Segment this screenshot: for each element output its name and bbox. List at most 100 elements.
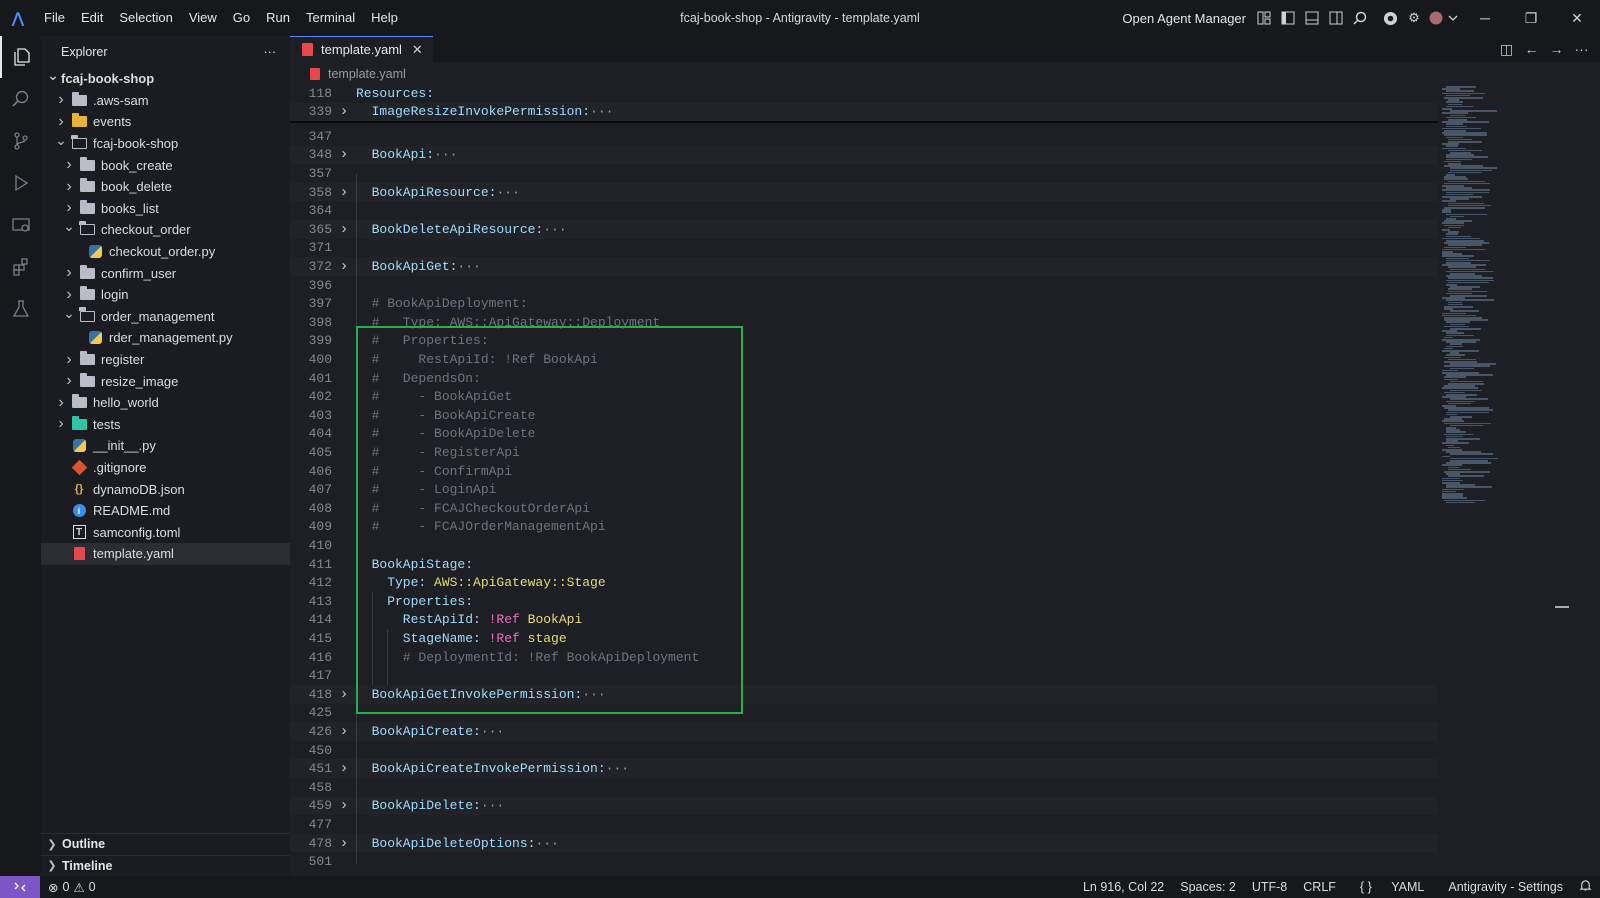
tree-item[interactable]: › .aws-sam [41, 90, 290, 112]
tree-item[interactable]: ⌄ fcaj-book-shop [41, 67, 290, 90]
tree-item[interactable]: ⌄ fcaj-book-shop [41, 132, 290, 155]
menu-go[interactable]: Go [225, 0, 258, 36]
fold-chevron-icon[interactable]: › [332, 797, 356, 814]
folded-region-ellipsis[interactable]: ··· [590, 104, 613, 119]
explorer-more-actions-button[interactable]: ··· [264, 45, 277, 59]
more-actions-icon[interactable]: ··· [1569, 41, 1594, 57]
toggle-secondary-sidebar-icon[interactable] [1324, 6, 1348, 30]
go-back-icon[interactable]: ← [1519, 41, 1544, 57]
folded-region-ellipsis[interactable]: ··· [496, 185, 519, 200]
code-text: BookApiDeleteOptions: [356, 835, 536, 851]
account-avatar-icon[interactable] [1426, 6, 1462, 30]
tab-template-yaml[interactable]: template.yaml ✕ [290, 36, 433, 62]
tree-item[interactable]: › books_list [41, 198, 290, 220]
cursor-position[interactable]: Ln 916, Col 22 [1075, 880, 1172, 894]
tree-item[interactable]: rder_management.py [41, 327, 290, 349]
tree-item[interactable]: {} dynamoDB.json [41, 478, 290, 500]
fold-chevron-icon[interactable]: › [332, 835, 356, 852]
end-of-line[interactable]: CRLF [1295, 880, 1344, 894]
split-editor-icon[interactable]: ◫ [1494, 41, 1519, 58]
activity-bar [0, 36, 41, 876]
editor-tabs: template.yaml ✕ ◫ ← → ··· [290, 36, 1600, 62]
tree-item-label: register [101, 352, 145, 368]
tree-item[interactable]: checkout_order.py [41, 241, 290, 263]
tree-item[interactable]: ⌄ order_management [41, 305, 290, 328]
source-control-icon[interactable] [0, 120, 41, 162]
timeline-panel-header[interactable]: ❯ Timeline [41, 854, 290, 877]
folded-region-ellipsis[interactable]: ··· [606, 761, 629, 776]
run-and-debug-icon[interactable] [0, 162, 41, 204]
toggle-primary-sidebar-icon[interactable] [1276, 6, 1300, 30]
tree-item[interactable]: › book_delete [41, 176, 290, 198]
tree-item[interactable]: i README.md [41, 500, 290, 522]
extensions-icon[interactable] [0, 246, 41, 288]
tree-item[interactable]: › resize_image [41, 370, 290, 392]
settings-status[interactable]: Antigravity - Settings [1440, 880, 1571, 894]
toggle-panel-icon[interactable] [1300, 6, 1324, 30]
folded-region-ellipsis[interactable]: ··· [535, 836, 558, 851]
fold-chevron-icon[interactable]: › [332, 146, 356, 163]
tree-item[interactable]: __init__.py [41, 435, 290, 457]
notifications-bell-icon[interactable] [1571, 879, 1600, 895]
fold-chevron-icon[interactable]: › [332, 723, 356, 740]
chevron-right-icon: › [58, 393, 64, 411]
testing-flask-icon[interactable] [0, 288, 41, 330]
menu-edit[interactable]: Edit [73, 0, 111, 36]
explorer-icon[interactable] [0, 36, 41, 78]
tree-item[interactable]: › hello_world [41, 392, 290, 414]
events-folder-icon [69, 113, 89, 128]
menu-selection[interactable]: Selection [111, 0, 180, 36]
tree-item[interactable]: › login [41, 284, 290, 306]
code-view[interactable]: 347 348 › BookApi: ··· 357 358 › BookApiResou… [290, 84, 1438, 869]
indentation[interactable]: Spaces: 2 [1172, 880, 1244, 894]
close-tab-icon[interactable]: ✕ [412, 42, 423, 58]
minimap[interactable] [1440, 84, 1560, 864]
fold-chevron-icon[interactable]: › [332, 258, 356, 275]
outline-panel-header[interactable]: ❯ Outline [41, 833, 290, 855]
tree-item[interactable]: .gitignore [41, 457, 290, 479]
tree-item[interactable]: ⌄ checkout_order [41, 218, 290, 241]
folded-region-ellipsis[interactable]: ··· [457, 259, 480, 274]
tree-item[interactable]: › events [41, 111, 290, 133]
folded-region-ellipsis[interactable]: ··· [543, 222, 566, 237]
fold-chevron-icon[interactable]: › [332, 184, 356, 201]
menu-help[interactable]: Help [363, 0, 406, 36]
folded-region-ellipsis[interactable]: ··· [481, 724, 504, 739]
remote-explorer-icon[interactable] [0, 204, 41, 246]
problems-indicator[interactable]: ⊗ 0 ⚠ 0 [48, 880, 96, 895]
minimap-line [1450, 453, 1493, 455]
menu-run[interactable]: Run [258, 0, 298, 36]
fold-chevron-icon[interactable]: › [332, 221, 356, 238]
code-text: BookApiCreate: [356, 723, 481, 739]
menu-file[interactable]: File [36, 0, 73, 36]
close-window-icon[interactable]: ✕ [1554, 0, 1600, 36]
settings-gear-icon[interactable]: ⚙ [1402, 6, 1426, 30]
open-agent-manager-button[interactable]: Open Agent Manager [1122, 11, 1246, 26]
search-icon[interactable] [1348, 6, 1372, 30]
tree-item[interactable]: › confirm_user [41, 262, 290, 284]
tree-item[interactable]: › tests [41, 414, 290, 436]
fold-chevron-icon[interactable]: › [332, 686, 356, 703]
tree-item[interactable]: › register [41, 349, 290, 371]
go-forward-icon[interactable]: → [1544, 41, 1569, 57]
menu-view[interactable]: View [181, 0, 225, 36]
code-text: Resources: [356, 85, 435, 101]
remote-indicator-icon[interactable] [0, 876, 40, 898]
search-view-icon[interactable] [0, 78, 41, 120]
layout-customize-icon[interactable] [1252, 6, 1276, 30]
line-number: 426 [308, 723, 332, 739]
language-mode[interactable]: { } YAML [1344, 880, 1440, 894]
fold-chevron-icon[interactable]: › [332, 760, 356, 777]
fold-chevron-icon[interactable]: › [332, 103, 356, 120]
tree-item[interactable]: template.yaml [41, 543, 290, 565]
folded-region-ellipsis[interactable]: ··· [434, 147, 457, 162]
encoding[interactable]: UTF-8 [1244, 880, 1295, 894]
folded-region-ellipsis[interactable]: ··· [481, 798, 504, 813]
tree-item[interactable]: Tsamconfig.toml [41, 521, 290, 543]
restore-icon[interactable]: ❐ [1508, 0, 1554, 36]
minimize-icon[interactable]: ─ [1462, 0, 1508, 36]
tree-item[interactable]: › book_create [41, 154, 290, 176]
breadcrumb-file[interactable]: template.yaml [328, 67, 406, 81]
chrome-browser-icon[interactable] [1378, 6, 1402, 30]
menu-terminal[interactable]: Terminal [298, 0, 363, 36]
